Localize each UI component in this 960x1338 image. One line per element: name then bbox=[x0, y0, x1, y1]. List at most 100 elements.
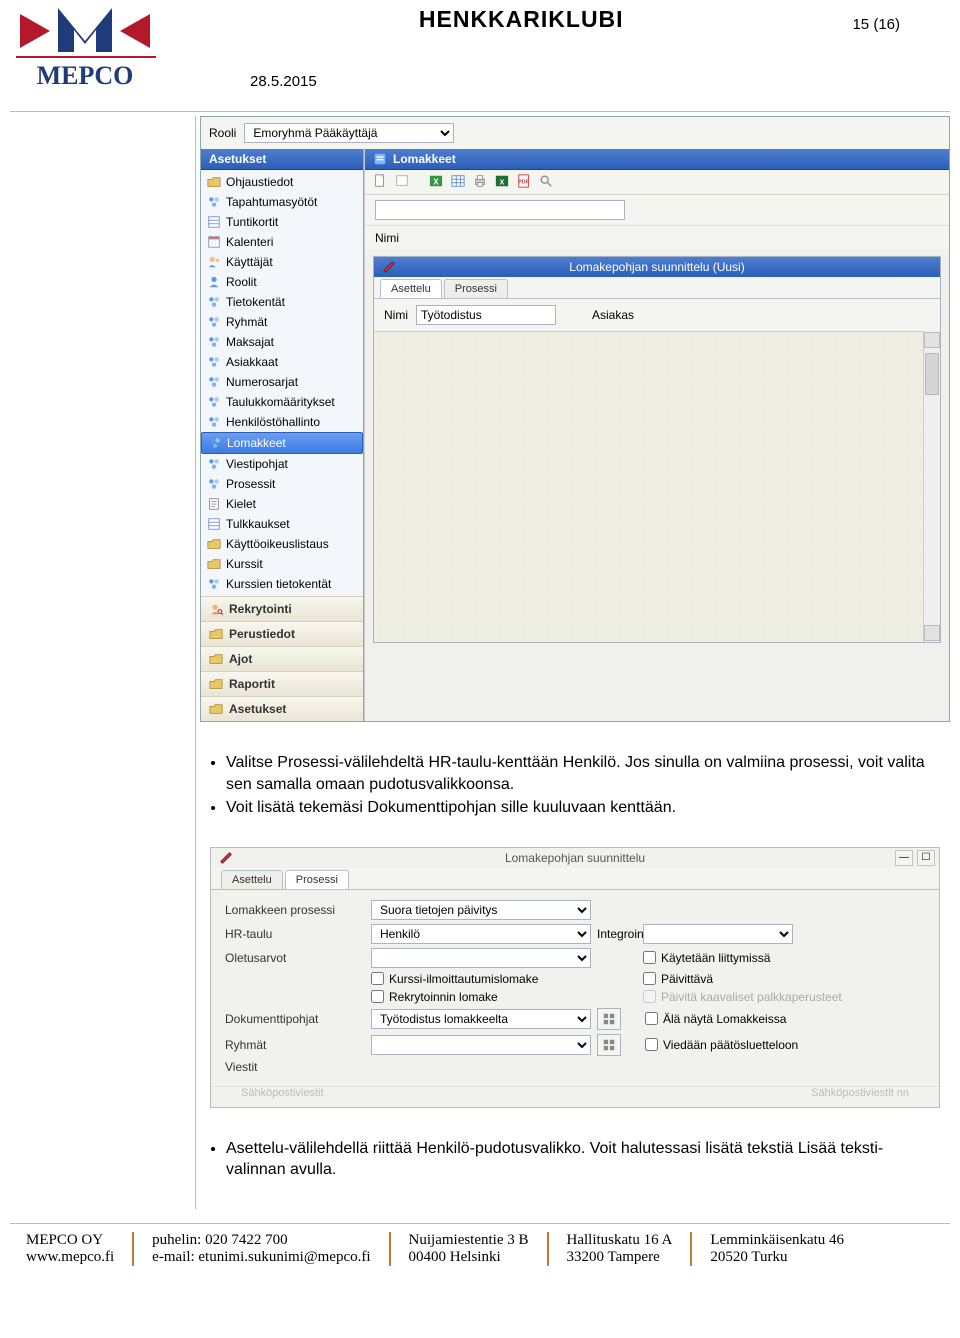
nav-item-viestipohjat[interactable]: Viestipohjat bbox=[201, 454, 363, 474]
hide-in-forms-checkbox[interactable]: Älä näytä Lomakkeissa bbox=[645, 1012, 835, 1026]
grid-icon[interactable] bbox=[451, 174, 467, 190]
maximize-button[interactable]: ☐ bbox=[917, 850, 935, 866]
cutoff-right: Sähköpostiviestit nn bbox=[811, 1087, 909, 1107]
integration-select[interactable] bbox=[643, 924, 793, 944]
form-name-input[interactable] bbox=[416, 305, 556, 325]
tab-asettelu[interactable]: Asettelu bbox=[380, 279, 442, 298]
new-icon[interactable] bbox=[373, 174, 389, 190]
nav-item-label: Käyttäjät bbox=[226, 255, 273, 269]
section-button-label: Raportit bbox=[229, 677, 275, 691]
nav-item-henkil-st-hallinto[interactable]: Henkilöstöhallinto bbox=[201, 412, 363, 432]
course-registration-checkbox[interactable]: Kurssi-ilmoittautumislomake bbox=[371, 972, 591, 986]
nav-item-käytt-oikeuslistaus[interactable]: Käyttöoikeuslistaus bbox=[201, 534, 363, 554]
nav-item-label: Numerosarjat bbox=[226, 375, 298, 389]
nav-item-taulukkomääritykset[interactable]: Taulukkomääritykset bbox=[201, 392, 363, 412]
svg-text:X: X bbox=[500, 180, 505, 187]
nav-icon bbox=[207, 255, 221, 269]
nav-item-label: Tapahtumasyötöt bbox=[226, 195, 317, 209]
print-icon[interactable] bbox=[473, 174, 489, 190]
groups-pick-button[interactable] bbox=[597, 1034, 621, 1056]
nav-item-numerosarjat[interactable]: Numerosarjat bbox=[201, 372, 363, 392]
tab-prosessi[interactable]: Prosessi bbox=[285, 870, 349, 889]
nav-item-label: Kielet bbox=[226, 497, 256, 511]
nav-item-label: Roolit bbox=[226, 275, 257, 289]
recruitment-form-checkbox[interactable]: Rekrytoinnin lomake bbox=[371, 990, 591, 1004]
nav-item-tapahtumasy-t-t[interactable]: Tapahtumasyötöt bbox=[201, 192, 363, 212]
scroll-down-icon[interactable] bbox=[924, 625, 940, 641]
nav-item-maksajat[interactable]: Maksajat bbox=[201, 332, 363, 352]
nav-item-kalenteri[interactable]: Kalenteri bbox=[201, 232, 363, 252]
pdf-icon[interactable]: PDF bbox=[517, 174, 533, 190]
form-icon bbox=[373, 152, 387, 166]
customer-label: Asiakas bbox=[592, 308, 634, 322]
export-decisions-checkbox[interactable]: Viedään päätösluetteloon bbox=[645, 1038, 835, 1052]
section-button-asetukset[interactable]: Asetukset bbox=[201, 696, 363, 721]
content-title: Lomakkeet bbox=[393, 152, 456, 166]
svg-text:MEPCO: MEPCO bbox=[37, 61, 134, 90]
excel-icon[interactable]: X bbox=[429, 174, 445, 190]
logo: MEPCO bbox=[10, 6, 190, 101]
nav-item-asiakkaat[interactable]: Asiakkaat bbox=[201, 352, 363, 372]
svg-text:PDF: PDF bbox=[518, 180, 529, 186]
nav-item-tulkkaukset[interactable]: Tulkkaukset bbox=[201, 514, 363, 534]
nav-item-label: Ohjaustiedot bbox=[226, 175, 293, 189]
process-select[interactable]: Suora tietojen päivitys bbox=[371, 900, 591, 920]
doc-templates-pick-button[interactable] bbox=[597, 1008, 621, 1030]
bullet-item: Voit lisätä tekemäsi Dokumenttipohjan si… bbox=[226, 797, 940, 819]
nav-item-roolit[interactable]: Roolit bbox=[201, 272, 363, 292]
name-label: Nimi bbox=[375, 231, 399, 245]
nav-item-ryhmät[interactable]: Ryhmät bbox=[201, 312, 363, 332]
nav-item-tuntikortit[interactable]: Tuntikortit bbox=[201, 212, 363, 232]
folder-icon bbox=[209, 677, 223, 691]
folder-icon bbox=[209, 627, 223, 641]
nav-item-lomakkeet[interactable]: Lomakkeet bbox=[201, 432, 363, 454]
cutoff-left: Sähköpostiviestit bbox=[241, 1087, 324, 1107]
bullet-item: Valitse Prosessi-välilehdeltä HR-taulu-k… bbox=[226, 752, 940, 795]
folder-icon bbox=[209, 602, 223, 616]
nav-item-tietokentät[interactable]: Tietokentät bbox=[201, 292, 363, 312]
nav-item-käyttäjät[interactable]: Käyttäjät bbox=[201, 252, 363, 272]
scrollbar[interactable] bbox=[923, 331, 940, 642]
nav-icon bbox=[207, 355, 221, 369]
nav-icon bbox=[207, 335, 221, 349]
design-canvas[interactable] bbox=[374, 331, 923, 642]
nav-item-label: Tulkkaukset bbox=[226, 517, 290, 531]
defaults-label: Oletusarvot bbox=[225, 951, 365, 965]
nav-icon bbox=[207, 215, 221, 229]
tab-asettelu[interactable]: Asettelu bbox=[221, 870, 283, 889]
nav-item-ohjaustiedot[interactable]: Ohjaustiedot bbox=[201, 172, 363, 192]
minimize-button[interactable]: — bbox=[895, 850, 913, 866]
section-button-label: Asetukset bbox=[229, 702, 286, 716]
role-select[interactable]: Emoryhmä Pääkäyttäjä bbox=[244, 123, 454, 143]
export-excel-icon[interactable]: X bbox=[495, 174, 511, 190]
nav-item-kurssien-tietokentät[interactable]: Kurssien tietokentät bbox=[201, 574, 363, 594]
hr-table-select[interactable]: Henkilö bbox=[371, 924, 591, 944]
search-icon[interactable] bbox=[539, 174, 555, 190]
use-in-interfaces-checkbox[interactable]: Käytetään liittymissä bbox=[643, 951, 833, 965]
nav-item-kielet[interactable]: Kielet bbox=[201, 494, 363, 514]
nav-item-kurssit[interactable]: Kurssit bbox=[201, 554, 363, 574]
open-icon[interactable] bbox=[395, 174, 411, 190]
nav-icon bbox=[207, 477, 221, 491]
section-button-raportit[interactable]: Raportit bbox=[201, 671, 363, 696]
nav-item-prosessit[interactable]: Prosessit bbox=[201, 474, 363, 494]
tab-prosessi[interactable]: Prosessi bbox=[444, 279, 508, 298]
doc-templates-select[interactable]: Työtodistus lomakkeelta bbox=[371, 1009, 591, 1029]
section-button-perustiedot[interactable]: Perustiedot bbox=[201, 621, 363, 646]
nav-item-label: Viestipohjat bbox=[226, 457, 288, 471]
nav-item-label: Lomakkeet bbox=[227, 436, 286, 450]
scroll-up-icon[interactable] bbox=[924, 332, 940, 348]
toolbar-search-input[interactable] bbox=[375, 200, 625, 220]
updating-checkbox[interactable]: Päivittävä bbox=[643, 972, 833, 986]
groups-select[interactable] bbox=[371, 1035, 591, 1055]
nav-icon bbox=[207, 415, 221, 429]
defaults-select[interactable] bbox=[371, 948, 591, 968]
nav-icon bbox=[207, 517, 221, 531]
process-label: Lomakkeen prosessi bbox=[225, 903, 365, 917]
hr-table-label: HR-taulu bbox=[225, 927, 365, 941]
nav-icon bbox=[207, 175, 221, 189]
nav-icon bbox=[207, 497, 221, 511]
nav-item-label: Kurssit bbox=[226, 557, 263, 571]
section-button-rekrytointi[interactable]: Rekrytointi bbox=[201, 596, 363, 621]
section-button-ajot[interactable]: Ajot bbox=[201, 646, 363, 671]
